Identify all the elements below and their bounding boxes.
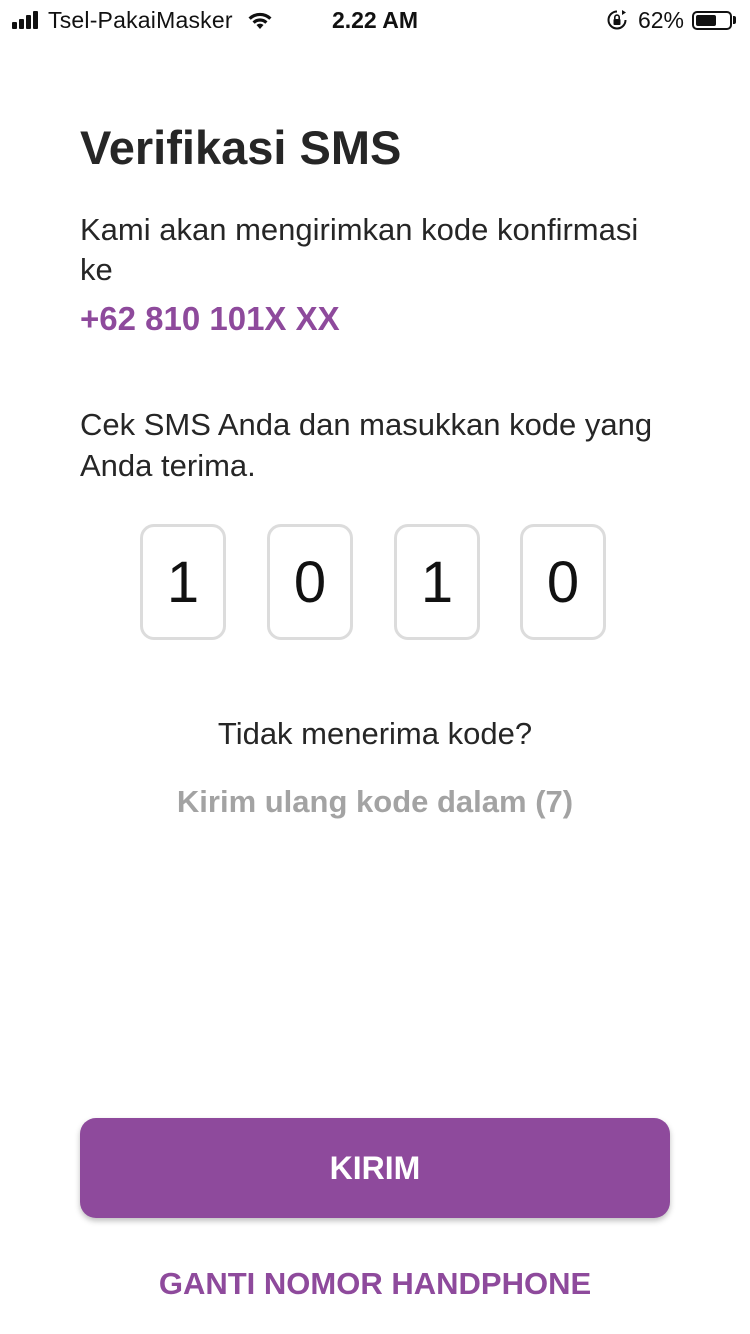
battery-icon	[692, 10, 732, 30]
change-phone-number-link[interactable]: GANTI NOMOR HANDPHONE	[0, 1266, 750, 1302]
description-text: Kami akan mengirimkan kode konfirmasi ke	[80, 212, 639, 287]
battery-level-fill	[696, 14, 716, 26]
submit-button[interactable]: KIRIM	[80, 1118, 670, 1218]
status-bar: Tsel-PakaiMasker 2.22 AM 62%	[0, 0, 750, 40]
otp-digit-3[interactable]: 1	[394, 524, 480, 640]
otp-digit-2[interactable]: 0	[267, 524, 353, 640]
battery-percent: 62%	[637, 6, 684, 33]
otp-code-input: 1 0 1 0	[140, 524, 610, 644]
status-right: 62%	[606, 6, 736, 34]
page-title: Verifikasi SMS	[80, 121, 402, 174]
phone-number: +62 810 101X XX	[80, 300, 340, 337]
instruction-text: Cek SMS Anda dan masukkan kode yang Anda…	[80, 407, 653, 483]
no-code-text: Tidak menerima kode?	[217, 716, 533, 751]
battery-nub	[733, 16, 736, 24]
rotation-lock-icon	[607, 10, 627, 30]
otp-digit-4[interactable]: 0	[520, 524, 606, 640]
resend-code-link[interactable]: Kirim ulang kode dalam (7)	[0, 784, 750, 820]
otp-digit-1[interactable]: 1	[140, 524, 226, 640]
